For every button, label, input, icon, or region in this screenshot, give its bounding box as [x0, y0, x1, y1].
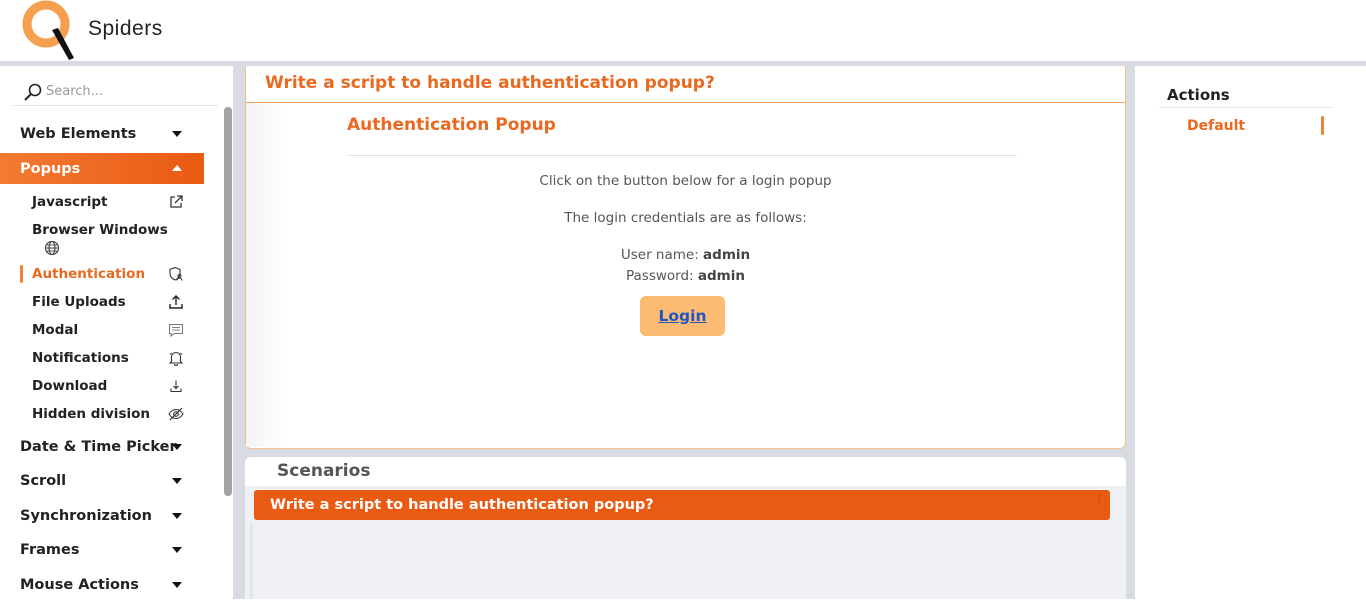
- username-line: User name: admin: [246, 247, 1125, 263]
- sidebar-item-download[interactable]: Download: [32, 378, 184, 394]
- username-value: admin: [703, 247, 751, 263]
- download-icon: [170, 380, 182, 393]
- sidebar-item-notifications[interactable]: Notifications: [32, 350, 184, 366]
- search-icon: [24, 83, 42, 101]
- menu-label: Web Elements: [20, 125, 137, 142]
- sidebar-item-label: Authentication: [32, 266, 146, 282]
- sidebar-item-hidden-division[interactable]: Hidden division: [32, 406, 184, 422]
- shield-user-icon: [169, 266, 183, 281]
- menu-label: Frames: [20, 541, 80, 558]
- search-input[interactable]: Search...: [46, 84, 103, 99]
- logo[interactable]: Spiders: [22, 0, 162, 60]
- globe-icon: [45, 241, 59, 255]
- menu-label: Scroll: [20, 472, 67, 489]
- instruction-text: Click on the button below for a login po…: [539, 173, 832, 189]
- scenarios-title: Scenarios: [277, 461, 371, 481]
- scenario-label: Write a script to handle authentication …: [270, 497, 654, 513]
- password-line: Password: admin: [246, 268, 1125, 284]
- menu-label: Mouse Actions: [20, 576, 139, 593]
- message-icon: [169, 324, 183, 338]
- login-button[interactable]: Login: [640, 296, 725, 336]
- sidebar-item-modal[interactable]: Modal: [32, 322, 184, 338]
- sidebar-item-label: Browser Windows: [32, 222, 168, 238]
- actions-divider: [1159, 107, 1334, 108]
- title-divider: [246, 102, 1125, 103]
- active-indicator: [1321, 116, 1324, 135]
- scenarios-header: Scenarios: [245, 457, 1126, 486]
- chevron-down-icon: [172, 444, 182, 450]
- eye-off-icon: [168, 407, 184, 421]
- sidebar-item-label: Modal: [32, 322, 79, 338]
- scenarios-panel: Scenarios Write a script to handle authe…: [245, 457, 1126, 599]
- username-label: User name:: [620, 247, 699, 263]
- more-vertical-icon[interactable]: ⋮: [1094, 495, 1104, 505]
- bell-icon: [168, 351, 184, 366]
- search-box[interactable]: Search...: [12, 78, 218, 106]
- credentials-intro: The login credentials are as follows:: [564, 210, 807, 226]
- sidebar-item-file-uploads[interactable]: File Uploads: [32, 294, 184, 310]
- sidebar-item-label: Hidden division: [32, 406, 150, 422]
- scenario-item[interactable]: Write a script to handle authentication …: [254, 490, 1110, 520]
- menu-scroll[interactable]: Scroll: [0, 465, 204, 496]
- sidebar-item-javascript[interactable]: Javascript: [32, 194, 184, 210]
- sidebar-item-authentication[interactable]: Authentication: [32, 266, 184, 282]
- sidebar-scrollbar[interactable]: [224, 107, 232, 496]
- chevron-down-icon: [172, 478, 182, 484]
- sidebar-item-label: File Uploads: [32, 294, 126, 310]
- menu-label: Synchronization: [20, 507, 152, 524]
- menu-date-time-picker[interactable]: Date & Time Picker: [0, 431, 204, 462]
- menu-synchronization[interactable]: Synchronization: [0, 500, 204, 531]
- menu-label: Date & Time Picker: [20, 438, 177, 455]
- chevron-up-icon: [172, 165, 182, 171]
- password-value: admin: [697, 268, 745, 284]
- section-title: Authentication Popup: [347, 115, 556, 135]
- menu-frames[interactable]: Frames: [0, 534, 204, 565]
- active-indicator: [20, 265, 23, 283]
- action-default[interactable]: Default: [1187, 118, 1245, 134]
- logo-text: Spiders: [88, 17, 163, 40]
- upload-icon: [169, 295, 183, 309]
- sidebar-item-label: Download: [32, 378, 108, 394]
- right-divider: [1126, 66, 1135, 599]
- logo-mark-icon: [22, 0, 74, 60]
- menu-popups[interactable]: Popups: [0, 153, 204, 184]
- sidebar: Search... Web Elements Popups Javascript…: [0, 66, 233, 599]
- password-label: Password:: [626, 268, 694, 284]
- chevron-down-icon: [172, 547, 182, 553]
- chevron-down-icon: [172, 513, 182, 519]
- actions-title: Actions: [1167, 86, 1230, 104]
- top-header: Spiders: [0, 0, 1366, 61]
- actions-panel: Actions Default: [1135, 66, 1366, 599]
- page-title: Write a script to handle authentication …: [265, 73, 715, 93]
- chevron-down-icon: [172, 582, 182, 588]
- menu-label: Popups: [20, 160, 81, 177]
- sidebar-item-label: Javascript: [32, 194, 108, 210]
- chevron-down-icon: [172, 131, 182, 137]
- content-card: Write a script to handle authentication …: [245, 66, 1126, 449]
- menu-web-elements[interactable]: Web Elements: [0, 118, 204, 149]
- section-divider: [347, 155, 1017, 156]
- menu-mouse-actions[interactable]: Mouse Actions: [0, 569, 204, 600]
- sidebar-item-label: Notifications: [32, 350, 129, 366]
- scenarios-scroll-track: [250, 522, 253, 599]
- sidebar-item-browser-windows[interactable]: Browser Windows: [32, 222, 184, 258]
- external-link-icon: [170, 195, 183, 208]
